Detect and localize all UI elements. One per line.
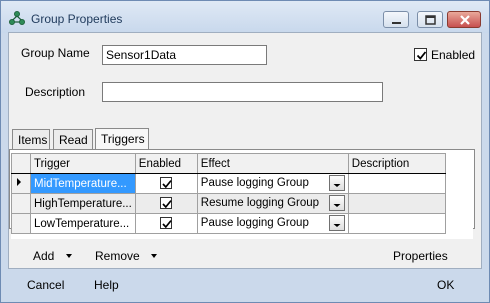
- add-label: Add: [33, 249, 55, 263]
- enabled-cell[interactable]: [134, 193, 198, 214]
- dropdown-arrow-icon: [65, 254, 72, 258]
- column-header-effect[interactable]: Effect: [196, 153, 349, 174]
- minimize-icon: [392, 22, 401, 24]
- help-label: Help: [94, 278, 119, 292]
- description-cell[interactable]: [347, 173, 446, 194]
- effect-cell[interactable]: Pause logging Group: [196, 173, 349, 194]
- maximize-button[interactable]: [417, 11, 443, 28]
- row-selector[interactable]: [11, 173, 31, 194]
- tab-triggers[interactable]: Triggers: [95, 128, 149, 150]
- dropdown-button[interactable]: [328, 175, 345, 191]
- trigger-cell[interactable]: HighTemperature...: [30, 193, 136, 214]
- dropdown-button[interactable]: [328, 215, 345, 231]
- tab-read[interactable]: Read: [53, 129, 93, 149]
- row-header-corner: [11, 153, 31, 174]
- help-button[interactable]: Help: [94, 278, 119, 292]
- app-network-icon: [9, 11, 25, 25]
- group-properties-window: Group Properties Group Name Sensor1Data …: [0, 0, 490, 303]
- cancel-button[interactable]: Cancel: [27, 278, 64, 292]
- grid-action-bar: Add Remove Properties: [9, 242, 483, 267]
- table-row[interactable]: MidTemperature... Pause logging Group: [11, 173, 446, 194]
- table-row[interactable]: LowTemperature... Pause logging Group: [11, 213, 446, 234]
- maximize-icon: [425, 15, 436, 25]
- close-button[interactable]: [447, 11, 481, 28]
- effect-dropdown[interactable]: Resume logging Group: [201, 195, 345, 212]
- grid-header-row: Trigger Enabled Effect Description: [11, 153, 446, 174]
- chevron-down-icon: [333, 184, 341, 187]
- triggers-grid: Trigger Enabled Effect Description MidTe…: [11, 153, 473, 239]
- remove-label: Remove: [95, 249, 140, 263]
- add-button[interactable]: Add: [33, 249, 74, 263]
- trigger-cell[interactable]: MidTemperature...: [30, 173, 136, 194]
- chevron-down-icon: [333, 204, 341, 207]
- ok-button[interactable]: OK: [437, 278, 454, 292]
- chevron-down-icon: [333, 224, 341, 227]
- description-cell[interactable]: [347, 213, 446, 234]
- row-selector[interactable]: [11, 213, 31, 234]
- dialog-footer: Cancel Help OK: [1, 272, 489, 300]
- effect-cell[interactable]: Resume logging Group: [196, 193, 349, 214]
- dropdown-arrow-icon: [151, 254, 158, 258]
- ok-label: OK: [437, 278, 455, 292]
- description-cell[interactable]: [347, 193, 446, 214]
- tab-items-label: Items: [18, 133, 48, 147]
- enabled-label: Enabled: [431, 48, 476, 62]
- group-name-label: Group Name: [21, 46, 90, 60]
- minimize-button[interactable]: [383, 11, 409, 28]
- window-title: Group Properties: [31, 12, 123, 26]
- trigger-cell[interactable]: LowTemperature...: [30, 213, 136, 234]
- properties-label: Properties: [393, 249, 448, 263]
- row-enabled-checkbox[interactable]: [160, 197, 173, 210]
- check-icon: [162, 220, 172, 229]
- effect-value: Pause logging Group: [200, 177, 309, 189]
- tab-items[interactable]: Items: [12, 129, 50, 149]
- description-label: Description: [25, 85, 86, 99]
- effect-dropdown[interactable]: Pause logging Group: [201, 215, 345, 232]
- triggers-table: Trigger Enabled Effect Description MidTe…: [11, 153, 446, 234]
- enabled-cell[interactable]: [134, 173, 198, 194]
- tab-triggers-label: Triggers: [101, 132, 145, 146]
- row-enabled-checkbox[interactable]: [160, 177, 173, 190]
- current-row-arrow-icon: [17, 178, 21, 186]
- row-selector[interactable]: [11, 193, 31, 214]
- row-enabled-checkbox[interactable]: [160, 217, 173, 230]
- effect-dropdown[interactable]: Pause logging Group: [201, 175, 345, 192]
- enabled-cell[interactable]: [134, 213, 198, 234]
- table-row[interactable]: HighTemperature... Resume logging Group: [11, 193, 446, 214]
- check-icon: [162, 180, 172, 189]
- check-icon: [416, 51, 427, 60]
- description-field[interactable]: [102, 82, 383, 102]
- column-header-enabled[interactable]: Enabled: [134, 153, 198, 174]
- effect-value: Pause logging Group: [200, 217, 309, 229]
- dropdown-button[interactable]: [328, 195, 345, 211]
- enabled-checkbox[interactable]: [414, 48, 427, 61]
- group-name-value: Sensor1Data: [106, 48, 177, 62]
- cancel-label: Cancel: [27, 278, 65, 292]
- close-icon: [460, 15, 470, 25]
- group-name-field[interactable]: Sensor1Data: [102, 45, 267, 65]
- effect-cell[interactable]: Pause logging Group: [196, 213, 349, 234]
- effect-value: Resume logging Group: [200, 197, 320, 209]
- column-header-description[interactable]: Description: [347, 153, 446, 174]
- tab-read-label: Read: [59, 133, 88, 147]
- title-bar[interactable]: Group Properties: [1, 1, 489, 33]
- properties-button[interactable]: Properties: [393, 249, 448, 263]
- column-header-trigger[interactable]: Trigger: [30, 153, 136, 174]
- remove-button[interactable]: Remove: [95, 249, 159, 263]
- check-icon: [162, 200, 172, 209]
